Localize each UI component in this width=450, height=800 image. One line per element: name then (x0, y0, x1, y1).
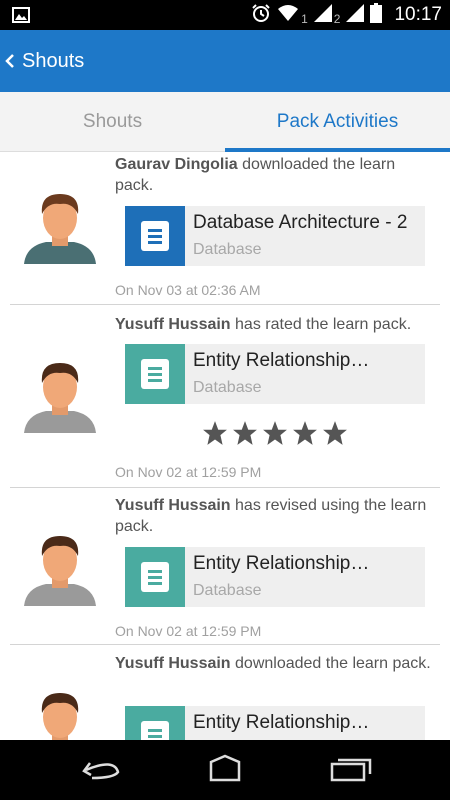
app-title: Shouts (22, 49, 85, 72)
list-item[interactable]: Yusuff Hussain has revised using the lea… (10, 488, 440, 645)
list-item[interactable]: Gaurav Dingolia downloaded the learn pac… (10, 152, 440, 305)
user-name[interactable]: Gaurav Dingolia (115, 156, 238, 173)
user-name[interactable]: Yusuff Hussain (115, 497, 231, 514)
pack-category: Database (193, 582, 262, 599)
user-name[interactable]: Yusuff Hussain (115, 655, 231, 672)
wifi-icon (277, 4, 299, 27)
pack-title: Entity Relationship… (193, 712, 370, 733)
signal-icon-sim1 (313, 3, 332, 27)
gallery-notification-icon (12, 7, 30, 28)
system-nav-bar (0, 740, 450, 800)
pack-card[interactable]: Entity Relationship… Database (125, 547, 425, 607)
pack-title: Entity Relationship… (193, 350, 370, 371)
pack-title: Database Architecture - 2 (193, 212, 408, 233)
tab-shouts[interactable]: Shouts (0, 92, 225, 152)
document-icon (125, 547, 185, 607)
star-icon (263, 421, 287, 445)
pack-card[interactable]: Entity Relationship… (125, 706, 425, 740)
star-icon (323, 421, 347, 445)
back-nav-icon[interactable] (78, 754, 122, 786)
avatar (24, 194, 96, 264)
sim2-label: 2 (333, 12, 341, 26)
avatar (24, 536, 96, 606)
document-icon (125, 706, 185, 740)
alarm-icon (251, 3, 271, 28)
activity-text: Yusuff Hussain downloaded the learn pack… (115, 655, 431, 672)
tab-pack-activities[interactable]: Pack Activities (225, 92, 450, 152)
document-icon (125, 344, 185, 404)
back-button[interactable]: Shouts (0, 30, 84, 92)
user-name[interactable]: Yusuff Hussain (115, 316, 231, 333)
star-icon (233, 421, 257, 445)
avatar (41, 693, 79, 740)
document-icon (125, 206, 185, 266)
battery-icon (370, 2, 383, 28)
tab-bar: Shouts Pack Activities (0, 92, 450, 152)
activity-text: Yusuff Hussain has revised using the lea… (115, 497, 427, 535)
star-icon (203, 421, 227, 445)
star-icon (293, 421, 317, 445)
activity-feed[interactable]: Gaurav Dingolia downloaded the learn pac… (0, 152, 450, 740)
home-nav-icon[interactable] (201, 754, 249, 786)
pack-card[interactable]: Entity Relationship… Database (125, 344, 425, 404)
list-item[interactable]: Yusuff Hussain downloaded the learn pack… (10, 645, 440, 740)
recents-nav-icon[interactable] (328, 754, 374, 786)
star-rating (202, 420, 348, 446)
timestamp: On Nov 02 at 12:59 PM (115, 623, 262, 639)
app-bar: Shouts (0, 30, 450, 92)
pack-card[interactable]: Database Architecture - 2 Database (125, 206, 425, 266)
pack-title: Entity Relationship… (193, 553, 370, 574)
sim1-label: 1 (301, 12, 308, 26)
pack-category: Database (193, 241, 262, 258)
chevron-left-icon (5, 54, 14, 68)
activity-text: Gaurav Dingolia downloaded the learn pac… (115, 156, 396, 194)
timestamp: On Nov 02 at 12:59 PM (115, 464, 262, 480)
pack-category: Database (193, 379, 262, 396)
timestamp: On Nov 03 at 02:36 AM (115, 282, 261, 298)
avatar (24, 363, 96, 433)
signal-icon-sim2 (346, 3, 365, 27)
list-item[interactable]: Yusuff Hussain has rated the learn pack.… (10, 305, 440, 488)
status-bar: 1 2 10:17 (0, 0, 450, 30)
activity-text: Yusuff Hussain has rated the learn pack. (115, 316, 412, 333)
clock: 10:17 (394, 4, 442, 25)
